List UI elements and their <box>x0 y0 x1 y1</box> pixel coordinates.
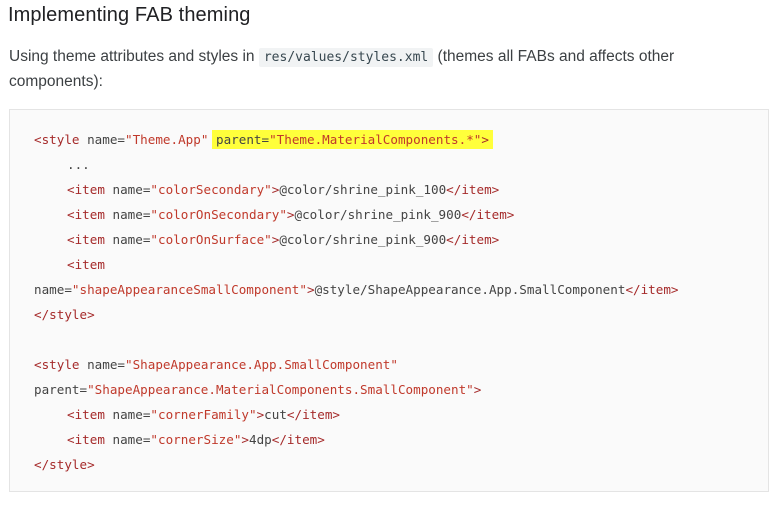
code-tag: > <box>481 132 489 147</box>
code-attr: name= <box>112 232 151 247</box>
code-tag: <item <box>67 432 113 447</box>
code-tag: </item> <box>625 282 679 297</box>
code-value: "cornerFamily" <box>150 407 257 422</box>
code-content: @color/shrine_pink_900 <box>294 207 462 222</box>
code-line-1: <style name="Theme.App" parent="Theme.Ma… <box>34 127 493 152</box>
code-line-12: <item name="cornerFamily">cut</item> <box>67 402 340 427</box>
code-ellipsis: ... <box>67 157 90 172</box>
section-heading: Implementing FAB theming <box>8 4 251 26</box>
code-tag: > <box>241 432 250 447</box>
code-value: "Theme.App" <box>125 132 209 147</box>
code-line-11: parent="ShapeAppearance.MaterialComponen… <box>34 377 481 402</box>
code-tag: </item> <box>461 207 515 222</box>
code-line-2: ... <box>67 152 90 177</box>
code-value: "colorSecondary" <box>150 182 272 197</box>
code-line-14: </style> <box>34 452 95 477</box>
code-line-4: <item name="colorOnSecondary">@color/shr… <box>67 202 514 227</box>
code-value: "cornerSize" <box>150 432 242 447</box>
code-line-8: </style> <box>34 302 95 327</box>
code-tag: > <box>473 382 482 397</box>
code-line-7: name="shapeAppearanceSmallComponent">@st… <box>34 277 679 302</box>
code-tag: </item> <box>271 432 325 447</box>
code-tag: > <box>306 282 315 297</box>
code-line-3: <item name="colorSecondary">@color/shrin… <box>67 177 499 202</box>
code-tag: <item <box>67 207 113 222</box>
code-highlight: parent="Theme.MaterialComponents.*"> <box>212 130 493 149</box>
code-content: @style/ShapeAppearance.App.SmallComponen… <box>314 282 626 297</box>
code-tag: <item <box>67 257 105 272</box>
code-value: "ShapeAppearance.MaterialComponents.Smal… <box>87 382 474 397</box>
code-tag: </style> <box>34 307 95 322</box>
code-block[interactable]: <style name="Theme.App" parent="Theme.Ma… <box>9 109 769 492</box>
code-value: "shapeAppearanceSmallComponent" <box>71 282 307 297</box>
code-line-5: <item name="colorOnSurface">@color/shrin… <box>67 227 499 252</box>
code-tag: <item <box>67 182 113 197</box>
code-value: "Theme.MaterialComponents.*" <box>269 132 482 147</box>
code-tag: <style <box>34 132 88 147</box>
code-line-10: <style name="ShapeAppearance.App.SmallCo… <box>34 352 398 377</box>
code-line-6: <item <box>67 252 105 277</box>
code-attr: name= <box>112 407 151 422</box>
code-content: 4dp <box>249 432 272 447</box>
code-content: @color/shrine_pink_900 <box>279 232 447 247</box>
code-tag: > <box>286 207 295 222</box>
code-tag: </item> <box>446 232 500 247</box>
code-attr: name= <box>87 132 125 147</box>
inline-code-filename: res/values/styles.xml <box>258 48 434 67</box>
code-tag: <item <box>67 407 113 422</box>
intro-text-before: Using theme attributes and styles in <box>9 48 259 65</box>
code-attr: parent= <box>34 382 88 397</box>
code-attr: parent= <box>216 132 270 147</box>
code-line-13: <item name="cornerSize">4dp</item> <box>67 427 325 452</box>
code-tag: <item <box>67 232 113 247</box>
code-attr: name= <box>112 207 151 222</box>
code-attr: name= <box>87 357 125 372</box>
code-tag: </style> <box>34 457 95 472</box>
code-tag: </item> <box>446 182 500 197</box>
code-attr: name= <box>112 182 151 197</box>
intro-paragraph: Using theme attributes and styles in res… <box>9 45 769 94</box>
code-attr: name= <box>34 282 72 297</box>
code-tag: <style <box>34 357 88 372</box>
code-value: "colorOnSurface" <box>150 232 272 247</box>
code-content: @color/shrine_pink_100 <box>279 182 447 197</box>
code-attr: name= <box>112 432 151 447</box>
code-content: cut <box>264 407 287 422</box>
code-value: "ShapeAppearance.App.SmallComponent" <box>125 357 398 372</box>
code-value: "colorOnSecondary" <box>150 207 287 222</box>
code-tag: </item> <box>286 407 340 422</box>
